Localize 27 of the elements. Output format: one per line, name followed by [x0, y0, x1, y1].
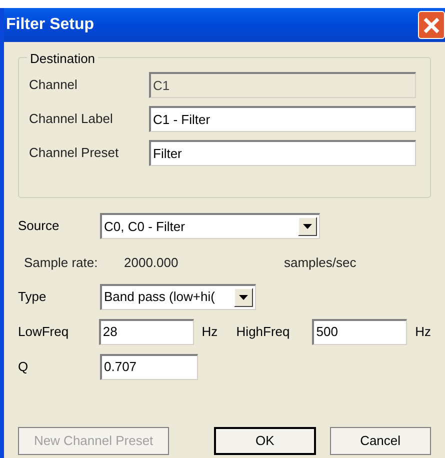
field-label: HighFreq	[236, 322, 291, 341]
caret-icon[interactable]	[298, 217, 317, 236]
window-title: Filter Setup	[6, 15, 94, 35]
close-button[interactable]	[418, 11, 445, 39]
close-icon	[423, 16, 440, 34]
field-label: Channel Label	[29, 110, 114, 128]
field-label: Type	[18, 288, 48, 306]
unit-label: samples/sec	[284, 254, 356, 272]
unit-label: Hz	[415, 322, 431, 341]
sample-rate-value: 2000.000	[124, 254, 180, 272]
caret-icon[interactable]	[234, 288, 253, 306]
field-label: Channel	[29, 76, 78, 94]
text-field[interactable]: C1 - Filter	[149, 106, 416, 132]
field-label: Channel Preset	[29, 144, 120, 162]
text-field[interactable]: 28	[98, 318, 194, 344]
unit-label: Hz	[202, 322, 219, 341]
text-field[interactable]: 500	[312, 318, 408, 344]
field-label: LowFreq	[18, 322, 70, 341]
dropdown[interactable]: Band pass (low+hi(	[100, 284, 256, 310]
dialog-button[interactable]: Cancel	[330, 426, 432, 454]
field-label: Sample rate:	[24, 254, 99, 272]
text-field[interactable]: Filter	[149, 140, 416, 166]
dialog-button[interactable]: OK	[214, 426, 316, 454]
text-field[interactable]: 0.707	[100, 354, 198, 380]
field-label: Q	[18, 358, 30, 376]
dropdown[interactable]: C0, C0 - Filter	[100, 213, 320, 239]
field-label: Source	[18, 217, 60, 236]
